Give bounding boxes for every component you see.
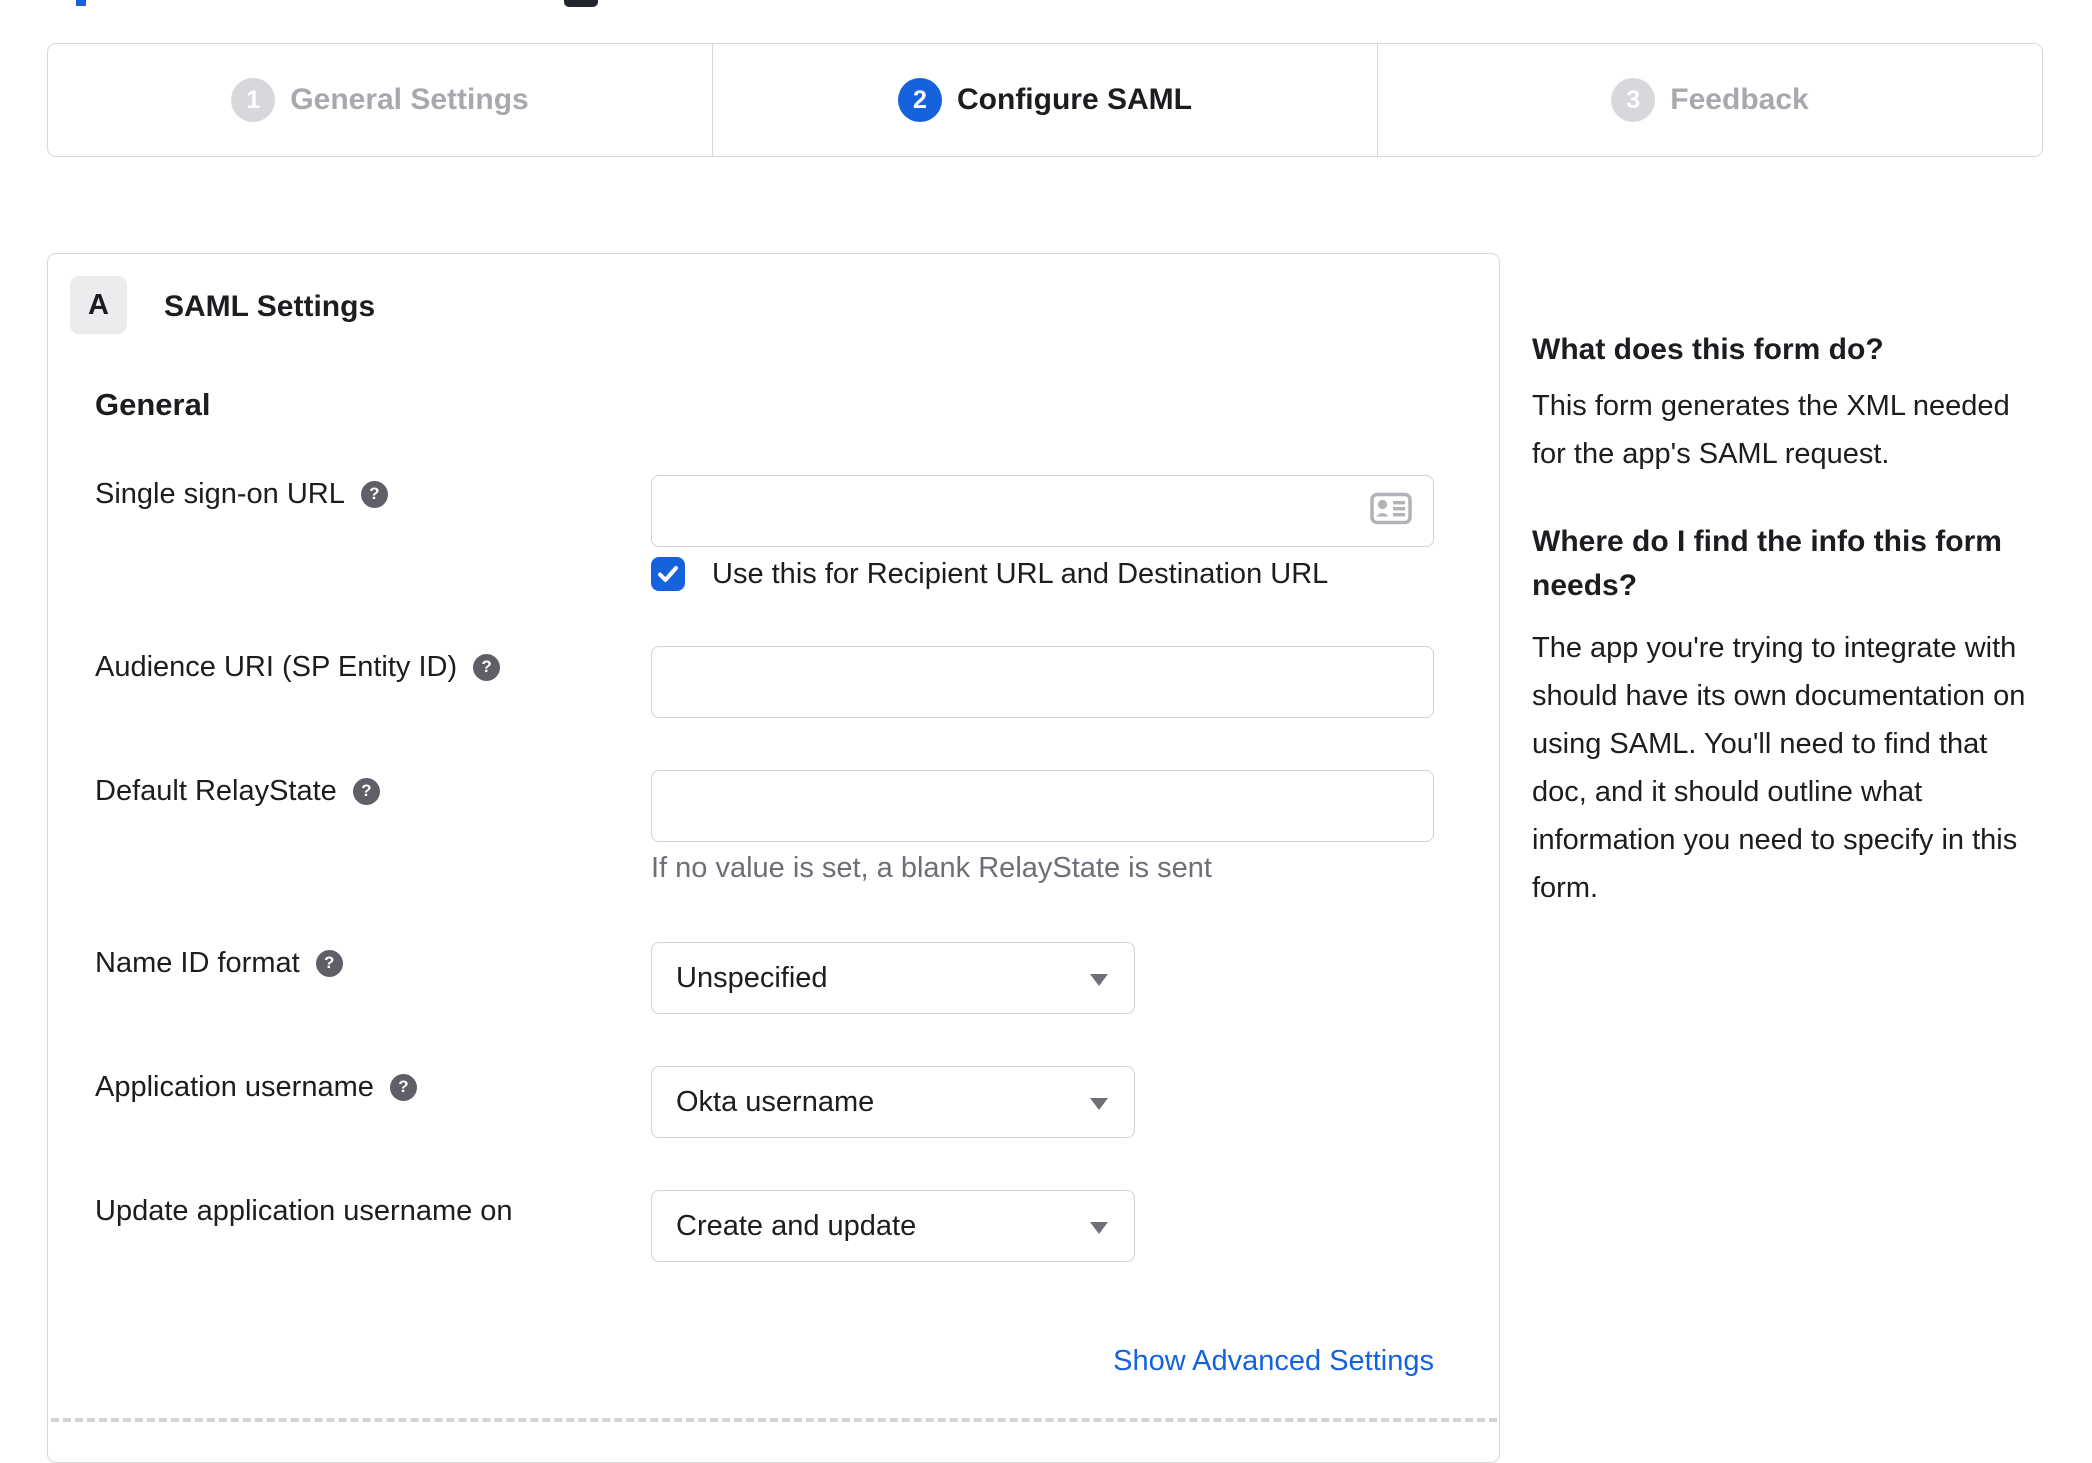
sidebar-paragraph-what: This form generates the XML needed for t… [1532,390,2010,470]
help-icon[interactable]: ? [389,1073,417,1101]
audience-uri-label: Audience URI (SP Entity ID) [95,650,458,683]
section-title: SAML Settings [164,290,376,323]
relaystate-label-row: Default RelayState ? [95,774,380,808]
app-username-value: Okta username [676,1085,875,1118]
app-username-label-row: Application username ? [95,1070,417,1104]
step-general-settings[interactable]: 1 General Settings [48,44,712,156]
show-advanced-settings-link[interactable]: Show Advanced Settings [1113,1345,1434,1377]
contact-card-icon[interactable] [1370,492,1412,530]
help-icon[interactable]: ? [473,653,501,681]
sidebar-heading-where: Where do I find the info this form needs… [1532,525,2002,602]
relaystate-label: Default RelayState [95,774,337,807]
update-username-select[interactable]: Create and update [651,1190,1135,1262]
audience-uri-input[interactable] [651,646,1434,718]
relaystate-hint: If no value is set, a blank RelayState i… [651,852,1212,884]
step-label: Feedback [1670,83,1809,116]
section-a-badge: A [70,276,127,334]
sso-url-input[interactable] [651,475,1434,547]
name-id-format-value: Unspecified [676,961,828,994]
name-id-format-label-row: Name ID format ? [95,946,343,980]
attribute-section-dashed-divider [51,1418,1497,1422]
recipient-url-checkbox-label[interactable]: Use this for Recipient URL and Destinati… [712,558,1328,591]
help-icon[interactable]: ? [360,480,388,508]
help-icon[interactable]: ? [352,777,380,805]
step-label: General Settings [290,83,529,116]
step-feedback[interactable]: 3 Feedback [1377,44,2042,156]
general-group-heading: General [95,387,211,422]
step-number-badge: 2 [898,78,942,122]
relaystate-input[interactable] [651,770,1434,842]
clipped-app-logo-fragment [564,0,598,7]
step-configure-saml[interactable]: 2 Configure SAML [712,44,1377,156]
app-username-label: Application username [95,1070,374,1103]
sso-url-label: Single sign-on URL [95,477,345,510]
chevron-down-icon [1090,1222,1108,1234]
sidebar-heading-what: What does this form do? [1532,333,1884,366]
sidebar-paragraph-where: The app you're trying to integrate with … [1532,632,2026,904]
chevron-down-icon [1090,974,1108,986]
step-number-badge: 1 [231,78,276,122]
recipient-url-checkbox[interactable] [651,557,685,591]
name-id-format-label: Name ID format [95,946,300,979]
sso-url-input-wrap [651,475,1434,547]
update-username-value: Create and update [676,1209,917,1242]
help-icon[interactable]: ? [315,949,343,977]
wizard-stepper: 1 General Settings 2 Configure SAML 3 Fe… [47,43,2043,157]
sso-url-label-row: Single sign-on URL ? [95,477,388,511]
step-number-badge: 3 [1611,78,1656,122]
audience-uri-label-row: Audience URI (SP Entity ID) ? [95,650,501,684]
recipient-url-checkbox-row: Use this for Recipient URL and Destinati… [651,556,1328,592]
step-label: Configure SAML [957,83,1192,116]
chevron-down-icon [1090,1098,1108,1110]
app-username-select[interactable]: Okta username [651,1066,1135,1138]
clipped-blue-text-fragment [76,0,86,6]
update-username-label: Update application username on [95,1194,513,1227]
name-id-format-select[interactable]: Unspecified [651,942,1135,1014]
update-username-label-row: Update application username on [95,1194,513,1228]
